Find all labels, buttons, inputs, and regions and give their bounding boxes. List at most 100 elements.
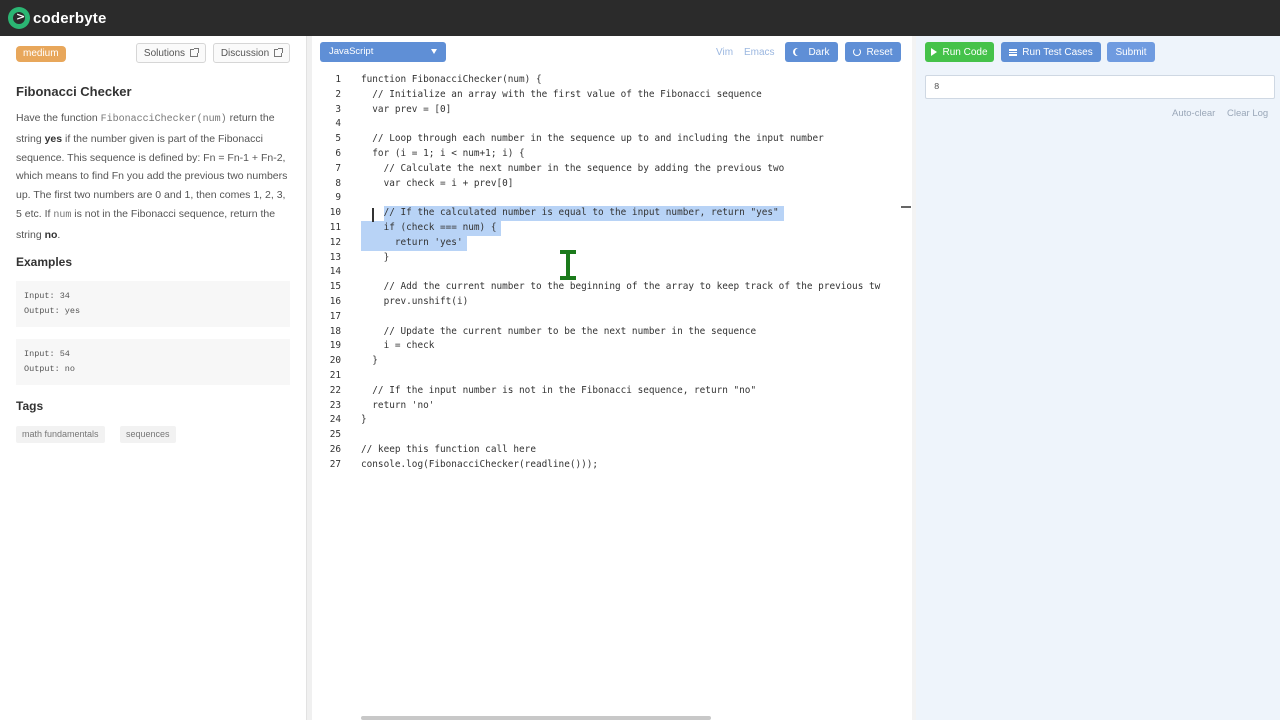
code-line[interactable]: 22 // If the input number is not in the …	[320, 384, 910, 399]
challenge-title: Fibonacci Checker	[16, 84, 132, 99]
language-select[interactable]: JavaScript	[320, 42, 446, 62]
challenge-panel: medium Solutions Discussion Fibonacci Ch…	[0, 36, 306, 720]
code-line[interactable]: 13 }	[320, 251, 910, 266]
code-line[interactable]: 7 // Calculate the next number in the se…	[320, 162, 910, 177]
code-line[interactable]: 18 // Update the current number to be th…	[320, 325, 910, 340]
code-line[interactable]: 1 function FibonacciChecker(num) {	[320, 73, 910, 88]
submit-label: Submit	[1115, 46, 1147, 58]
code-line[interactable]: 2 // Initialize an array with the first …	[320, 88, 910, 103]
code-line[interactable]: 10 // If the calculated number is equal …	[320, 206, 910, 221]
line-number: 15	[329, 281, 341, 293]
code-text: // Initialize an array with the first va…	[361, 88, 762, 100]
code-line[interactable]: 20 }	[320, 354, 910, 369]
line-number: 25	[329, 429, 341, 441]
code-text: for (i = 1; i < num+1; i) {	[361, 148, 525, 159]
example-output: Output: no	[24, 364, 76, 374]
tag-sequences[interactable]: sequences	[120, 426, 176, 443]
code-text: return 'no'	[361, 399, 435, 411]
auto-clear-toggle[interactable]: Auto-clear	[1172, 108, 1215, 119]
code-line[interactable]: 24}	[320, 413, 910, 428]
ibeam-cursor-icon	[560, 250, 576, 280]
code-text: // Calculate the next number in the sequ…	[361, 162, 785, 174]
code-line[interactable]: 21	[320, 369, 910, 384]
solutions-button[interactable]: Solutions	[136, 43, 206, 63]
line-number: 26	[329, 444, 341, 455]
play-icon	[931, 48, 938, 56]
code-line[interactable]: 25	[320, 428, 910, 443]
code-text: // Loop through each number in the seque…	[361, 133, 824, 145]
logo-icon: >	[8, 7, 30, 29]
clear-log-button[interactable]: Clear Log	[1227, 108, 1268, 119]
code-text: var check = i + prev[0]	[361, 177, 514, 189]
emacs-mode-link[interactable]: Emacs	[744, 47, 775, 58]
tag-math-fundamentals[interactable]: math fundamentals	[16, 426, 105, 443]
moon-icon	[795, 48, 803, 56]
horizontal-scrollbar[interactable]	[361, 716, 711, 720]
num-code: num	[53, 209, 72, 221]
reset-button[interactable]: Reset	[845, 42, 901, 62]
coderbyte-logo[interactable]: > coderbyte	[8, 6, 107, 30]
code-text: prev.unshift(i)	[361, 296, 469, 307]
code-line[interactable]: 27 console.log(FibonacciChecker(readline(…	[320, 458, 910, 473]
line-number: 4	[335, 118, 341, 130]
code-line[interactable]: 17	[320, 310, 910, 325]
code-text: }	[361, 414, 367, 426]
run-test-cases-label: Run Test Cases	[1022, 46, 1093, 58]
line-number: 1	[335, 74, 341, 85]
code-line[interactable]: 23 return 'no'	[320, 399, 910, 414]
discussion-label: Discussion	[220, 47, 270, 59]
code-text: i = check	[361, 340, 435, 352]
code-line[interactable]: 4	[320, 117, 910, 132]
panel-resize-handle[interactable]	[306, 36, 312, 720]
line-number: 8	[335, 177, 341, 189]
difficulty-badge: medium	[16, 46, 66, 62]
code-line[interactable]: 15 // Add the current number to the begi…	[320, 280, 910, 295]
line-number: 5	[335, 133, 341, 145]
code-text: // If the input number is not in the Fib…	[361, 384, 757, 396]
example-box: Input: 34 Output: yes	[16, 281, 290, 327]
line-number: 19	[329, 340, 341, 352]
examples-heading: Examples	[16, 255, 73, 269]
discussion-button[interactable]: Discussion	[213, 43, 290, 63]
code-text: // Add the current number to the beginni…	[361, 281, 881, 293]
code-text: var prev = [0]	[361, 103, 452, 115]
run-code-button[interactable]: Run Code	[925, 42, 994, 62]
line-number: 22	[329, 384, 341, 396]
code-line[interactable]: 26 // keep this function call here	[320, 443, 910, 458]
code-line[interactable]: 14	[320, 265, 910, 280]
challenge-description: Have the function FibonacciChecker(num) …	[16, 112, 288, 241]
external-link-icon	[274, 48, 284, 57]
run-test-cases-button[interactable]: Run Test Cases	[1001, 42, 1101, 62]
line-number: 24	[329, 414, 341, 426]
stdin-input[interactable]: 8	[925, 75, 1275, 99]
submit-button[interactable]: Submit	[1107, 42, 1155, 62]
code-line[interactable]: 8 var check = i + prev[0]	[320, 177, 910, 192]
code-line[interactable]: 3 var prev = [0]	[320, 103, 910, 118]
vim-mode-link[interactable]: Vim	[716, 47, 733, 58]
text-cursor	[372, 208, 374, 222]
code-line[interactable]: 9	[320, 191, 910, 206]
console-panel	[912, 36, 1280, 720]
code-line[interactable]: 5 // Loop through each number in the seq…	[320, 132, 910, 147]
line-number: 10	[329, 207, 341, 219]
line-number: 12	[329, 236, 341, 248]
code-line[interactable]: 19 i = check	[320, 339, 910, 354]
code-line[interactable]: 16 prev.unshift(i)	[320, 295, 910, 310]
code-text: console.log(FibonacciChecker(readline())…	[361, 458, 599, 470]
code-editor[interactable]: 1 function FibonacciChecker(num) {2 // In…	[320, 73, 910, 713]
line-number: 21	[329, 370, 341, 381]
code-line[interactable]: 6 for (i = 1; i < num+1; i) {	[320, 147, 910, 162]
example-box: Input: 54 Output: no	[16, 339, 290, 385]
code-line[interactable]: 12 return 'yes'	[320, 235, 910, 251]
scroll-marker	[901, 206, 911, 208]
code-text: }	[361, 355, 378, 367]
dark-theme-button[interactable]: Dark	[785, 42, 838, 62]
dark-label: Dark	[808, 46, 830, 58]
external-link-icon	[190, 48, 200, 57]
brand-name: coderbyte	[33, 9, 107, 27]
code-text: if (check === num) {	[361, 222, 497, 233]
line-number: 13	[329, 251, 341, 263]
code-line[interactable]: 11 if (check === num) {	[320, 221, 910, 236]
code-text: }	[361, 251, 390, 263]
line-number: 3	[335, 103, 341, 115]
